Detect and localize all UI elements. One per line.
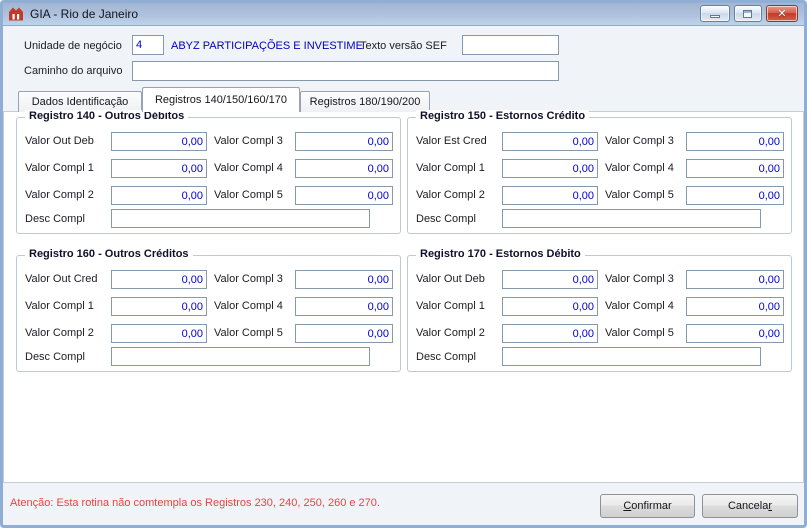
gia-window: GIA - Rio de Janeiro ✕ Unidade de negóci… <box>0 0 807 528</box>
field-label: Valor Compl 5 <box>214 189 283 201</box>
close-icon: ✕ <box>777 8 787 20</box>
group-registro-160: Registro 160 - Outros Créditos Valor Out… <box>16 248 401 372</box>
group-title: Registro 160 - Outros Créditos <box>25 248 193 260</box>
valor-compl3-input[interactable] <box>295 132 393 151</box>
valor-compl3-input[interactable] <box>686 132 784 151</box>
cancel-mnemonic: r <box>768 500 773 512</box>
field-label: Valor Compl 1 <box>416 300 485 312</box>
titlebar[interactable]: GIA - Rio de Janeiro ✕ <box>3 3 804 26</box>
field-label: Valor Compl 4 <box>605 300 674 312</box>
sef-version-input[interactable] <box>462 35 559 55</box>
business-unit-label: Unidade de negócio <box>24 40 122 52</box>
valor-compl2-input[interactable] <box>111 324 207 343</box>
valor-compl1-input[interactable] <box>111 159 207 178</box>
valor-compl3-input[interactable] <box>686 270 784 289</box>
maximize-icon <box>743 10 752 18</box>
field-label: Valor Out Deb <box>416 273 485 285</box>
field-label: Valor Compl 4 <box>214 300 283 312</box>
valor-compl5-input[interactable] <box>295 324 393 343</box>
confirm-label: onfirmar <box>631 500 672 512</box>
field-label: Valor Compl 3 <box>605 273 674 285</box>
close-button[interactable]: ✕ <box>766 5 798 22</box>
valor-out-cred-input[interactable] <box>111 270 207 289</box>
field-label: Valor Compl 4 <box>214 162 283 174</box>
field-label: Valor Est Cred <box>416 135 487 147</box>
company-name-text: ABYZ PARTICIPAÇÕES E INVESTIME <box>171 40 363 52</box>
tab-dados-identificacao[interactable]: Dados Identificação <box>18 91 142 112</box>
minimize-button[interactable] <box>700 5 730 22</box>
field-label: Valor Compl 5 <box>605 189 674 201</box>
valor-est-cred-input[interactable] <box>502 132 598 151</box>
field-label: Valor Compl 2 <box>416 189 485 201</box>
desc-compl-input[interactable] <box>111 347 370 366</box>
desc-compl-label: Desc Compl <box>416 213 476 225</box>
desc-compl-input[interactable] <box>111 209 370 228</box>
field-label: Valor Compl 1 <box>416 162 485 174</box>
tab-registros-140-150-160-170[interactable]: Registros 140/150/160/170 <box>142 87 300 112</box>
valor-compl1-input[interactable] <box>111 297 207 316</box>
cancel-label: Cancela <box>727 500 769 512</box>
valor-compl2-input[interactable] <box>502 186 598 205</box>
valor-compl5-input[interactable] <box>686 186 784 205</box>
field-label: Valor Compl 1 <box>25 162 94 174</box>
group-title: Registro 150 - Estornos Crédito <box>416 110 590 122</box>
desc-compl-label: Desc Compl <box>25 351 85 363</box>
field-label: Valor Compl 3 <box>605 135 674 147</box>
tab-registros-180-190-200[interactable]: Registros 180/190/200 <box>300 91 430 112</box>
field-label: Valor Compl 4 <box>605 162 674 174</box>
group-registro-170: Registro 170 - Estornos Débito Valor Out… <box>407 248 792 372</box>
valor-out-deb-input[interactable] <box>111 132 207 151</box>
cancel-button[interactable]: Cancelar <box>702 494 798 518</box>
group-registro-140: Registro 140 - Outros Débitos Valor Out … <box>16 110 401 234</box>
field-label: Valor Compl 3 <box>214 273 283 285</box>
file-path-input[interactable] <box>132 61 559 81</box>
field-label: Valor Compl 2 <box>25 327 94 339</box>
maximize-button[interactable] <box>734 5 762 22</box>
business-unit-input[interactable] <box>132 35 164 55</box>
app-icon <box>8 6 24 22</box>
field-label: Valor Out Cred <box>25 273 98 285</box>
valor-compl5-input[interactable] <box>686 324 784 343</box>
valor-compl3-input[interactable] <box>295 270 393 289</box>
desc-compl-input[interactable] <box>502 347 761 366</box>
field-label: Valor Compl 5 <box>214 327 283 339</box>
window-title: GIA - Rio de Janeiro <box>30 7 139 21</box>
valor-compl2-input[interactable] <box>111 186 207 205</box>
desc-compl-label: Desc Compl <box>25 213 85 225</box>
field-label: Valor Compl 5 <box>605 327 674 339</box>
field-label: Valor Compl 2 <box>25 189 94 201</box>
field-label: Valor Out Deb <box>25 135 94 147</box>
desc-compl-input[interactable] <box>502 209 761 228</box>
sef-version-label: Texto versão SEF <box>360 40 447 52</box>
valor-compl4-input[interactable] <box>295 297 393 316</box>
valor-compl4-input[interactable] <box>686 297 784 316</box>
valor-compl1-input[interactable] <box>502 159 598 178</box>
valor-compl4-input[interactable] <box>295 159 393 178</box>
field-label: Valor Compl 3 <box>214 135 283 147</box>
valor-compl4-input[interactable] <box>686 159 784 178</box>
group-title: Registro 170 - Estornos Débito <box>416 248 585 260</box>
group-registro-150: Registro 150 - Estornos Crédito Valor Es… <box>407 110 792 234</box>
field-label: Valor Compl 2 <box>416 327 485 339</box>
valor-compl1-input[interactable] <box>502 297 598 316</box>
minimize-icon <box>710 15 720 18</box>
file-path-label: Caminho do arquivo <box>24 65 123 77</box>
valor-compl5-input[interactable] <box>295 186 393 205</box>
warning-text: Atenção: Esta rotina não comtempla os Re… <box>10 497 380 509</box>
field-label: Valor Compl 1 <box>25 300 94 312</box>
valor-out-deb-input[interactable] <box>502 270 598 289</box>
desc-compl-label: Desc Compl <box>416 351 476 363</box>
valor-compl2-input[interactable] <box>502 324 598 343</box>
confirm-button[interactable]: Confirmar <box>600 494 695 518</box>
